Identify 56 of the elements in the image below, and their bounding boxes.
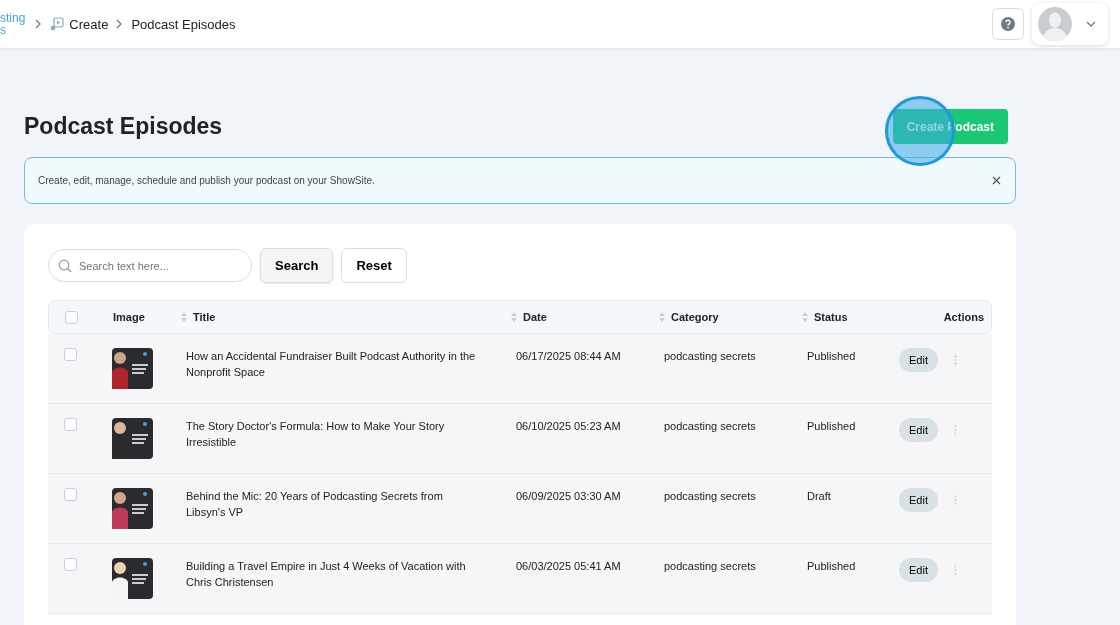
breadcrumb-link[interactable]: Podcast Episodes (131, 16, 236, 32)
select-all-checkbox[interactable] (65, 310, 78, 324)
sort-icon[interactable] (181, 312, 187, 322)
row-checkbox[interactable] (64, 418, 77, 431)
date-cell-text: 06/10/2025 05:23 AM (516, 419, 622, 434)
category-cell-text: podcasting secrets (664, 559, 757, 574)
more-icon[interactable] (953, 565, 957, 575)
category-cell-text: podcasting secrets (664, 419, 757, 434)
column-header: Image (113, 311, 145, 323)
date-cell-text: 06/17/2025 08:44 AM (516, 349, 622, 364)
more-icon[interactable] (953, 355, 957, 365)
chevron-icon (116, 19, 124, 29)
edit-button[interactable]: Edit (899, 348, 938, 372)
sort-icon[interactable] (802, 312, 808, 322)
search-button[interactable]: Reset (341, 248, 407, 283)
sort-icon[interactable] (511, 312, 517, 322)
sort-icon[interactable] (659, 312, 665, 322)
caret-icon (1086, 21, 1096, 27)
help-button[interactable] (992, 8, 1024, 40)
help-icon (1001, 17, 1015, 31)
category-cell-text: podcasting secrets (664, 489, 757, 504)
status-cell-text: Published (807, 419, 857, 434)
date-cell-text: 06/03/2025 05:41 AM (516, 559, 622, 574)
search-icon (58, 259, 72, 273)
more-icon[interactable] (953, 495, 957, 505)
category-cell-text: podcasting secrets (664, 349, 757, 364)
title-cell-text: The Story Doctor's Formula: How to Make Your Story Irresistible (186, 419, 446, 450)
more-icon[interactable] (953, 425, 957, 435)
profile-menu-button[interactable] (1032, 3, 1108, 45)
search-field[interactable]: Search text here... (48, 249, 252, 282)
row-checkbox[interactable] (64, 488, 77, 501)
edit-button[interactable]: Edit (899, 418, 938, 442)
media-icon (50, 17, 65, 31)
edit-button[interactable]: Edit (899, 558, 938, 582)
search-button[interactable]: Search (260, 248, 334, 283)
title-cell-text: How an Accidental Fundraiser Built Podcast Authority in the Nonprofit Space (186, 349, 477, 380)
date-cell-text: 06/09/2025 03:30 AM (516, 489, 622, 504)
title-cell-text: Building a Travel Empire in Just 4 Weeks of Vacation with Chris Christensen (186, 559, 467, 590)
avatar-icon (1038, 7, 1072, 41)
title-cell-text: Behind the Mic: 20 Years of Podcasting Secrets from Libsyn's VP (186, 489, 444, 520)
column-header: Actions (943, 311, 984, 323)
breadcrumb-link[interactable]: Create (69, 16, 109, 32)
status-cell-text: Draft (807, 489, 832, 504)
column-header: Status (814, 311, 848, 323)
column-header: Title (193, 311, 216, 323)
edit-button[interactable]: Edit (899, 488, 938, 512)
chevron-icon (35, 19, 43, 29)
row-checkbox[interactable] (64, 348, 77, 361)
page-title: Podcast Episodes (24, 113, 223, 140)
status-cell-text: Published (807, 559, 857, 574)
close-icon[interactable] (992, 176, 1001, 185)
row-checkbox[interactable] (64, 558, 77, 571)
info-text: Create, edit, manage, schedule and publish your podcast on your ShowSite. (38, 175, 375, 186)
status-cell-text: Published (807, 349, 857, 364)
column-header: Category (671, 311, 719, 323)
column-header: Date (523, 311, 547, 323)
